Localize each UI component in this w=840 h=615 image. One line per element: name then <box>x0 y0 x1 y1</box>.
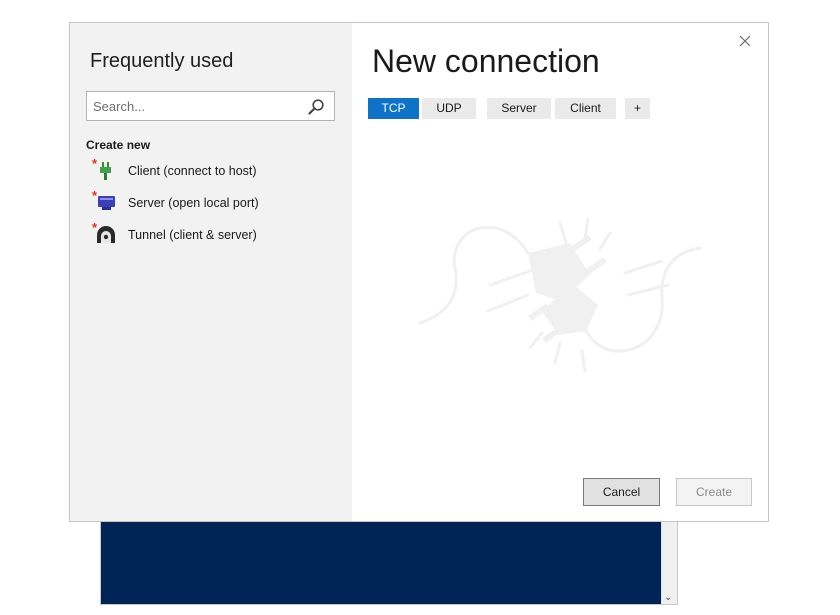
search-box[interactable] <box>86 91 335 121</box>
tunnel-icon: * <box>92 221 118 247</box>
background-console-window: ⌄ <box>100 508 678 605</box>
left-pane-title: Frequently used <box>90 50 234 72</box>
create-button[interactable]: Create <box>676 478 752 506</box>
create-item-label: Client (connect to host) <box>128 164 257 178</box>
create-item-client[interactable]: * Client (connect to host) <box>92 157 332 183</box>
create-new-heading: Create new <box>86 138 151 152</box>
console-scrollbar[interactable]: ⌄ <box>661 509 677 604</box>
new-connection-dialog: Frequently used Create new * Client (con… <box>69 22 769 522</box>
disconnected-plug-icon <box>418 217 702 373</box>
server-port-icon: * <box>92 189 118 215</box>
close-icon[interactable] <box>735 31 755 51</box>
left-pane: Frequently used Create new * Client (con… <box>70 23 352 521</box>
cancel-button[interactable]: Cancel <box>583 478 660 506</box>
create-item-label: Tunnel (client & server) <box>128 228 257 242</box>
search-icon[interactable] <box>307 98 325 116</box>
tab-client[interactable]: Client <box>555 98 616 119</box>
search-input[interactable] <box>93 97 293 115</box>
client-plug-icon: * <box>92 157 118 183</box>
tab-tcp[interactable]: TCP <box>368 98 419 119</box>
console-area[interactable] <box>101 509 663 604</box>
tab-server[interactable]: Server <box>487 98 551 119</box>
tab-add[interactable]: + <box>625 98 650 119</box>
create-item-server[interactable]: * Server (open local port) <box>92 189 332 215</box>
scroll-down-arrow-icon[interactable]: ⌄ <box>664 592 672 603</box>
page-title: New connection <box>372 43 600 79</box>
create-item-label: Server (open local port) <box>128 196 259 210</box>
create-item-tunnel[interactable]: * Tunnel (client & server) <box>92 221 332 247</box>
tab-udp[interactable]: UDP <box>422 98 476 119</box>
